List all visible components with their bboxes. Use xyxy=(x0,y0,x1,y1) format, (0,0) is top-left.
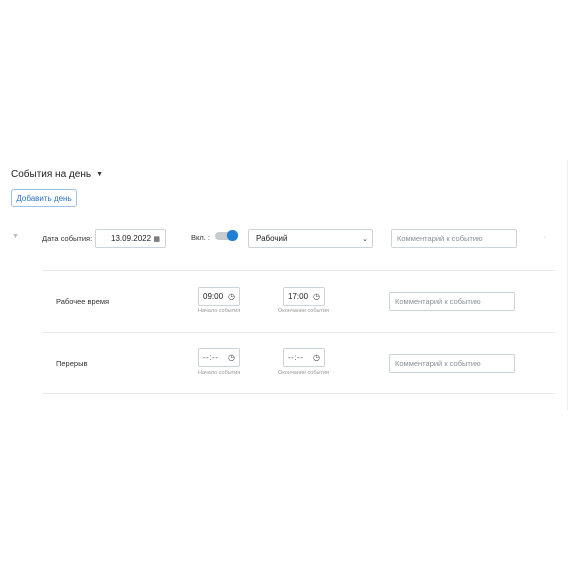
row-divider xyxy=(42,332,555,333)
event-type-value: Рабочий xyxy=(256,234,288,243)
toggle-knob xyxy=(227,230,238,241)
working-start-time-value: 09:00 xyxy=(203,292,224,301)
clock-icon[interactable]: ◷ xyxy=(228,353,235,362)
clock-icon[interactable]: ◷ xyxy=(228,292,235,301)
calendar-icon[interactable]: ▦ xyxy=(153,235,160,243)
break-end-time-input[interactable]: --:-- ◷ xyxy=(283,348,325,367)
working-comment-input[interactable]: Комментарий к событию xyxy=(389,292,515,311)
clock-icon[interactable]: ◷ xyxy=(313,292,320,301)
section-title-dropdown[interactable]: События на день ▼ xyxy=(11,169,103,180)
event-date-input[interactable]: 13.09.2022 ▦ xyxy=(95,229,166,248)
event-date-label: Дата события: xyxy=(42,234,93,243)
event-date-value: 13.09.2022 xyxy=(111,234,152,243)
collapse-chevron-icon[interactable]: ▼ xyxy=(12,233,19,240)
caret-down-icon: ▼ xyxy=(96,171,103,178)
event-comment-placeholder: Комментарий к событию xyxy=(397,234,483,243)
break-start-hint: Начало события xyxy=(198,370,241,376)
working-start-hint: Начало события xyxy=(198,308,241,314)
edge-chevron-icon: › xyxy=(544,235,546,241)
row-divider xyxy=(42,270,555,271)
row-label-working-time: Рабочее время xyxy=(56,297,110,306)
working-end-hint: Окончание события xyxy=(278,308,330,314)
event-comment-input[interactable]: Комментарий к событию xyxy=(391,229,517,248)
break-end-hint: Окончание события xyxy=(278,370,330,376)
chevron-down-icon: ⌄ xyxy=(362,235,368,243)
break-start-time-input[interactable]: --:-- ◷ xyxy=(198,348,240,367)
break-comment-input[interactable]: Комментарий к событию xyxy=(389,354,515,373)
break-start-time-value: --:-- xyxy=(203,353,219,362)
section-title-label: События на день xyxy=(11,169,92,180)
working-end-time-input[interactable]: 17:00 ◷ xyxy=(283,287,325,306)
panel-right-divider xyxy=(567,160,568,410)
working-comment-placeholder: Комментарий к событию xyxy=(395,297,481,306)
enabled-toggle[interactable] xyxy=(214,229,238,242)
break-end-time-value: --:-- xyxy=(288,353,304,362)
add-day-button[interactable]: Добавить день xyxy=(11,189,77,207)
break-comment-placeholder: Комментарий к событию xyxy=(395,359,481,368)
enabled-label: Вкл. : xyxy=(191,233,210,242)
row-label-break: Перерыв xyxy=(56,359,88,368)
row-divider xyxy=(42,393,555,394)
event-type-select[interactable]: Рабочий ⌄ xyxy=(248,229,373,248)
working-end-time-value: 17:00 xyxy=(288,292,309,301)
clock-icon[interactable]: ◷ xyxy=(313,353,320,362)
working-start-time-input[interactable]: 09:00 ◷ xyxy=(198,287,240,306)
